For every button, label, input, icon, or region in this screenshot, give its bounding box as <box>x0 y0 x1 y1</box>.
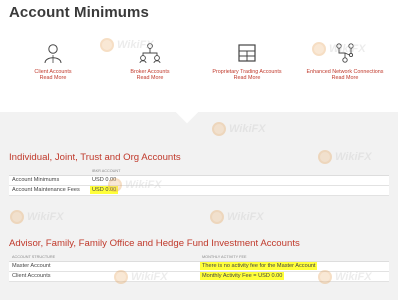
table-header: ACCOUNT STRUCTURE <box>9 253 199 262</box>
tile-broker-accounts[interactable]: Broker Accounts Read More <box>102 42 198 81</box>
individual-accounts-table: IBKR ACCOUNT Account Minimums USD 0.00 A… <box>9 167 389 196</box>
page-title: Account Minimums <box>9 4 149 21</box>
highlighted-value: USD 0.00 <box>90 186 119 194</box>
value-text: USD 0.00 <box>92 177 117 183</box>
tile-client-accounts[interactable]: Client Accounts Read More <box>5 42 101 81</box>
section-title-advisor: Advisor, Family, Family Office and Hedge… <box>9 238 300 249</box>
row-label: Account Maintenance Fees <box>9 185 89 196</box>
section-title-individual: Individual, Joint, Trust and Org Account… <box>9 152 181 163</box>
account-type-tiles: Client Accounts Read More Broker Account… <box>0 42 398 86</box>
table-row: Master Account There is no activity fee … <box>9 261 389 272</box>
top-panel: Account Minimums Client Accounts Read Mo… <box>0 0 398 118</box>
people-network-icon <box>139 43 161 64</box>
row-value: USD 0.00 <box>89 175 389 186</box>
advisor-accounts-table: ACCOUNT STRUCTURE MONTHLY ACTIVITY FEE M… <box>9 253 389 282</box>
row-value: Monthly Activity Fee = USD 0.00 <box>199 271 389 282</box>
read-more-link[interactable]: Read More <box>5 75 101 81</box>
row-value: USD 0.00 <box>89 185 389 196</box>
row-label: Account Minimums <box>9 175 89 186</box>
table-row: Account Maintenance Fees USD 0.00 <box>9 185 389 196</box>
read-more-link[interactable]: Read More <box>199 75 295 81</box>
read-more-link[interactable]: Read More <box>297 75 393 81</box>
row-label: Master Account <box>9 261 199 272</box>
tile-proprietary-trading[interactable]: Proprietary Trading Accounts Read More <box>199 42 295 81</box>
table-header: IBKR ACCOUNT <box>89 167 389 176</box>
read-more-link[interactable]: Read More <box>102 75 198 81</box>
table-header-empty <box>9 167 89 176</box>
tile-enhanced-network[interactable]: Enhanced Network Connections Read More <box>297 42 393 81</box>
highlighted-value: There is no activity fee for the Master … <box>200 262 318 270</box>
table-header: MONTHLY ACTIVITY FEE <box>199 253 389 262</box>
network-nodes-icon <box>336 43 354 63</box>
highlighted-value: Monthly Activity Fee = USD 0.00 <box>200 272 285 280</box>
person-icon <box>44 44 62 64</box>
row-value: There is no activity fee for the Master … <box>199 261 389 272</box>
row-label: Client Accounts <box>9 271 199 282</box>
table-row: Client Accounts Monthly Activity Fee = U… <box>9 271 389 282</box>
table-row: Account Minimums USD 0.00 <box>9 175 389 186</box>
grid-window-icon <box>238 44 256 62</box>
